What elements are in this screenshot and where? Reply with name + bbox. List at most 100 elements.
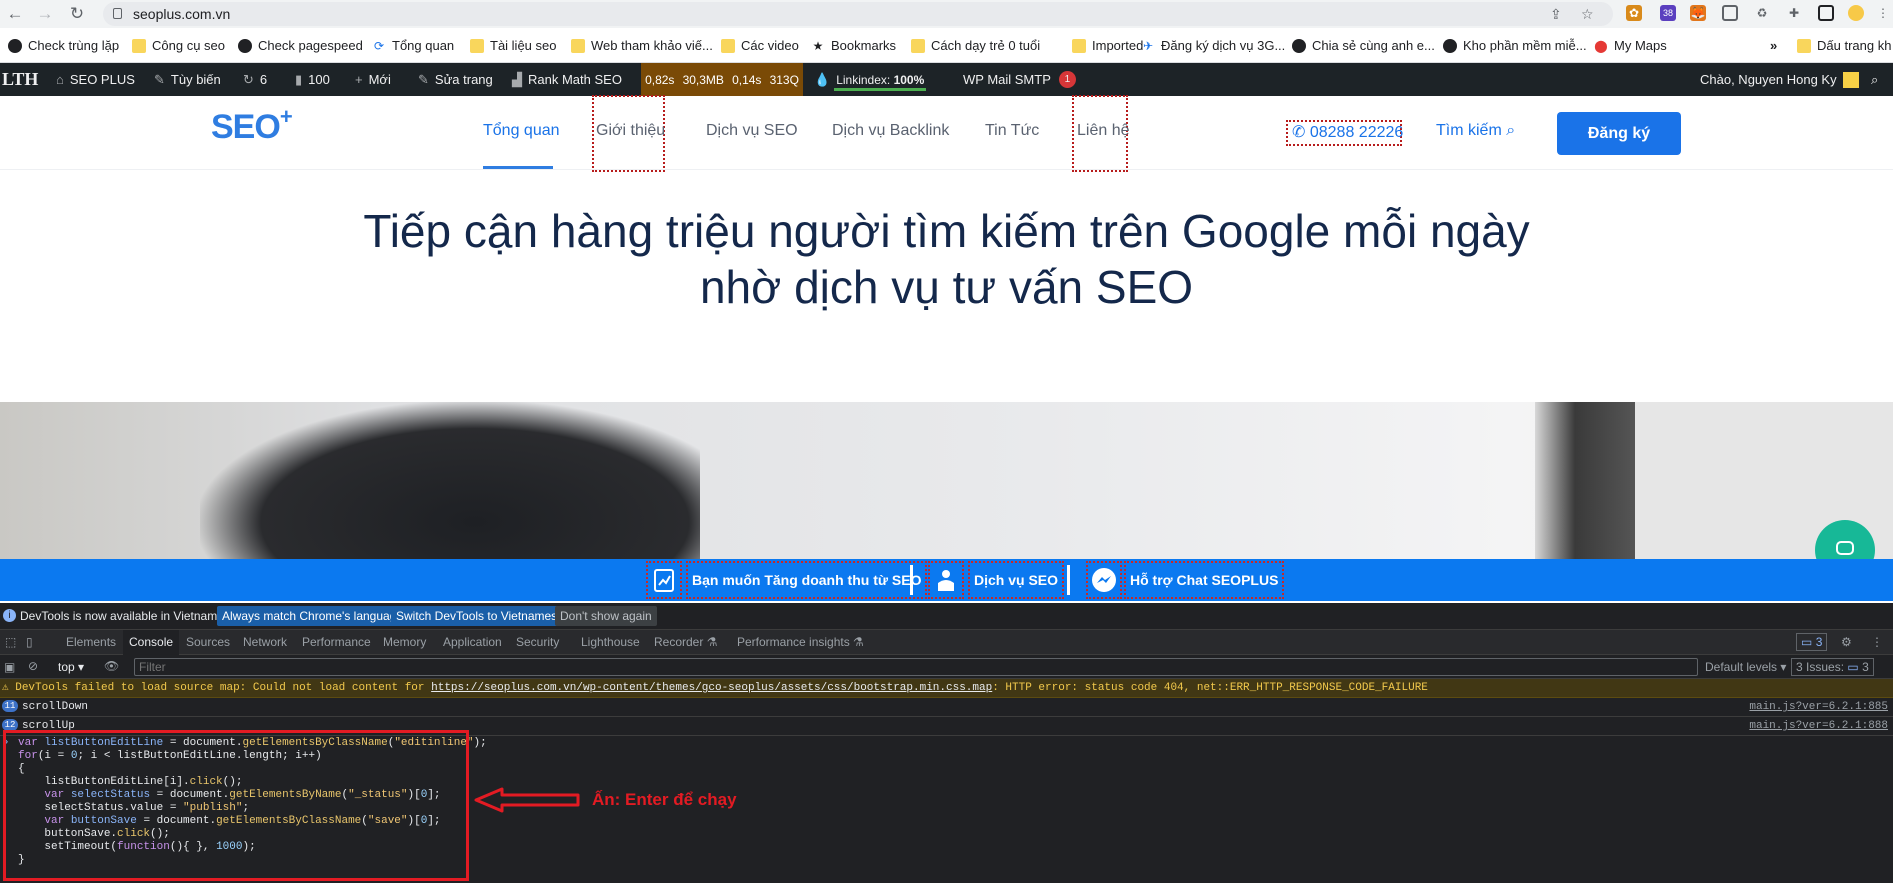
wp-linkindex[interactable]: 💧 Linkindex: 100% <box>814 63 924 96</box>
bookmark-item[interactable]: Tài liệu seo <box>470 28 556 63</box>
metamask-icon[interactable]: 🦊 <box>1690 5 1706 21</box>
tab-network[interactable]: Network <box>243 630 287 655</box>
tab-sources[interactable]: Sources <box>186 630 230 655</box>
tab-memory[interactable]: Memory <box>383 630 426 655</box>
hero-line-1: Tiếp cận hàng triệu người tìm kiếm trên … <box>363 205 1530 257</box>
dont-show-again-button[interactable]: Don't show again <box>555 606 657 626</box>
wp-logo[interactable]: LTH <box>2 63 38 96</box>
map-pin-icon: ⬤ <box>1594 38 1608 53</box>
wp-search-icon[interactable]: ⌕ <box>1871 63 1878 96</box>
recycle-icon[interactable]: ♻ <box>1754 5 1770 21</box>
tab-performance-insights[interactable]: Performance insights ⚗ <box>737 630 864 655</box>
bookmark-item[interactable]: Chia sẻ cùng anh e... <box>1292 28 1435 63</box>
issues-badge[interactable]: ▭ 3 <box>1796 633 1828 651</box>
sidebar-toggle-icon[interactable]: ▣ <box>4 660 15 674</box>
bookmark-item[interactable]: Các video <box>721 28 799 63</box>
back-icon[interactable]: ← <box>4 3 26 25</box>
menu-item-tin-tuc[interactable]: Tin Tức <box>985 122 1039 140</box>
bookmark-star-icon[interactable]: ☆ <box>1581 6 1594 23</box>
warning-url-link[interactable]: https://seoplus.com.vn/wp-content/themes… <box>431 682 992 694</box>
search-link[interactable]: Tìm kiếm ⌕ <box>1436 122 1515 140</box>
menu-item-dich-vu-seo[interactable]: Dịch vụ SEO <box>706 122 798 140</box>
wp-new-link[interactable]: + Mới <box>355 63 391 96</box>
extensions-puzzle-icon[interactable]: ✚ <box>1786 5 1802 21</box>
banner-text: DevTools is now available in Vietnamese! <box>20 609 240 623</box>
profile-avatar-icon[interactable] <box>1848 5 1864 21</box>
bookmark-item[interactable]: Dấu trang kh <box>1797 28 1891 63</box>
bookmark-item[interactable]: Công cụ seo <box>132 28 225 63</box>
context-selector[interactable]: top ▾ <box>58 660 84 674</box>
log-source-link[interactable]: main.js?ver=6.2.1:888 <box>1749 717 1888 736</box>
site-logo[interactable]: SEO+ <box>211 104 293 147</box>
log-source-link[interactable]: main.js?ver=6.2.1:885 <box>1749 698 1888 717</box>
inspect-element-icon[interactable]: ⬚ <box>5 630 16 655</box>
bookmark-item[interactable]: ⬤ My Maps <box>1594 28 1666 63</box>
tab-console[interactable]: Console <box>123 630 180 655</box>
cta-chat-support[interactable]: Hỗ trợ Chat SEOPLUS <box>1124 561 1285 599</box>
log-repeat-count: 11 <box>2 700 18 713</box>
tab-lighthouse[interactable]: Lighthouse <box>581 630 640 655</box>
linkindex-value: 100% <box>893 72 925 87</box>
bookmark-item[interactable]: Kho phần mềm miễ... <box>1443 28 1587 63</box>
tab-elements[interactable]: Elements <box>66 630 116 655</box>
wp-comments-link[interactable]: ▮ 100 <box>295 63 330 96</box>
phone-icon: ✆ <box>1292 124 1306 141</box>
menu-kebab-icon[interactable]: ⋮ <box>1875 5 1891 21</box>
issues-counter-label: 3 Issues: <box>1796 660 1845 674</box>
bookmark-item[interactable]: Cách dạy trẻ 0 tuổi <box>911 28 1040 63</box>
bookmark-item[interactable]: Imported <box>1072 28 1143 63</box>
tab-application[interactable]: Application <box>443 630 502 655</box>
wp-customize-link[interactable]: ✎ Tùy biến <box>154 63 221 96</box>
bookmark-item[interactable]: ★ Bookmarks <box>811 28 896 63</box>
switch-to-vietnamese-button[interactable]: Switch DevTools to Vietnamese <box>391 606 569 626</box>
share-icon[interactable]: ⇪ <box>1550 6 1562 23</box>
phone-link[interactable]: ✆ 08288 22226 <box>1292 122 1403 142</box>
always-match-language-button[interactable]: Always match Chrome's language <box>217 606 409 626</box>
device-toolbar-icon[interactable]: ▯ <box>26 630 33 655</box>
console-log-row: 11 scrollDown main.js?ver=6.2.1:885 <box>0 698 1893 717</box>
devtools-menu-icon[interactable]: ⋮ <box>1871 630 1883 655</box>
photo-window-frame <box>1535 402 1635 559</box>
wp-rankmath-link[interactable]: ▟ Rank Math SEO <box>512 63 622 96</box>
bookmark-item[interactable]: Check pagespeed <box>238 28 363 63</box>
menu-item-dich-vu-backlink[interactable]: Dịch vụ Backlink <box>832 122 949 140</box>
bookmark-item[interactable]: Check trùng lặp <box>8 28 119 63</box>
menu-item-tong-quan[interactable]: Tổng quan <box>483 122 560 140</box>
wp-customize-label: Tùy biến <box>170 72 221 87</box>
side-panel-icon[interactable] <box>1818 5 1834 21</box>
log-levels-dropdown[interactable]: Default levels ▾ <box>1705 660 1786 674</box>
extension-icon-2[interactable] <box>1722 5 1738 21</box>
bookmark-item[interactable]: ⟳ Tổng quan <box>372 28 454 63</box>
menu-item-gioi-thieu[interactable]: Giới thiệu <box>596 122 665 140</box>
extension-badge-icon[interactable]: 38 <box>1660 5 1676 21</box>
forward-icon[interactable]: → <box>34 3 56 25</box>
menu-item-lien-he[interactable]: Liên hệ <box>1077 122 1130 140</box>
url-text: seoplus.com.vn <box>133 6 231 22</box>
bookmarks-overflow-button[interactable]: » <box>1770 28 1777 63</box>
signup-button[interactable]: Đăng ký <box>1557 112 1681 155</box>
issues-counter[interactable]: 3 Issues: ▭ 3 <box>1791 658 1874 676</box>
wp-mail-smtp-link[interactable]: WP Mail SMTP 1 <box>963 63 1076 96</box>
console-filter-input[interactable] <box>134 658 1698 676</box>
tab-security[interactable]: Security <box>516 630 559 655</box>
settings-gear-icon[interactable]: ⚙ <box>1841 630 1852 655</box>
bookmark-label: Công cụ seo <box>152 38 225 53</box>
tab-performance[interactable]: Performance <box>302 630 371 655</box>
bookmark-item[interactable]: ✈ Đăng ký dịch vụ 3G... <box>1141 28 1285 63</box>
reload-icon[interactable]: ↻ <box>66 3 88 25</box>
cta-revenue[interactable]: Bạn muốn Tăng doanh thu từ SEO <box>686 561 928 599</box>
wing-icon: ✈ <box>1142 38 1154 53</box>
tab-recorder[interactable]: Recorder ⚗ <box>654 630 717 655</box>
bookmark-item[interactable]: Web tham khảo viế... <box>571 28 713 63</box>
wp-site-link[interactable]: ⌂ SEO PLUS <box>56 63 135 96</box>
warning-icon: ⚠ <box>2 682 9 694</box>
wp-edit-page-link[interactable]: ✎ Sửa trang <box>418 63 493 96</box>
clear-console-icon[interactable]: ⊘ <box>28 659 38 673</box>
wp-updates-link[interactable]: ↻ 6 <box>243 63 267 96</box>
live-expression-eye-icon[interactable]: 👁 <box>104 659 119 673</box>
address-bar[interactable]: seoplus.com.vn ⇪ ☆ <box>103 2 1613 26</box>
cta-seo-service[interactable]: Dịch vụ SEO <box>968 561 1065 599</box>
extension-icon-1[interactable]: ✿ <box>1626 5 1642 21</box>
wp-account-menu[interactable]: Chào, Nguyen Hong Ky <box>1700 63 1859 96</box>
query-monitor-stats[interactable]: 0,82s 30,3MB 0,14s 313Q <box>641 63 803 96</box>
